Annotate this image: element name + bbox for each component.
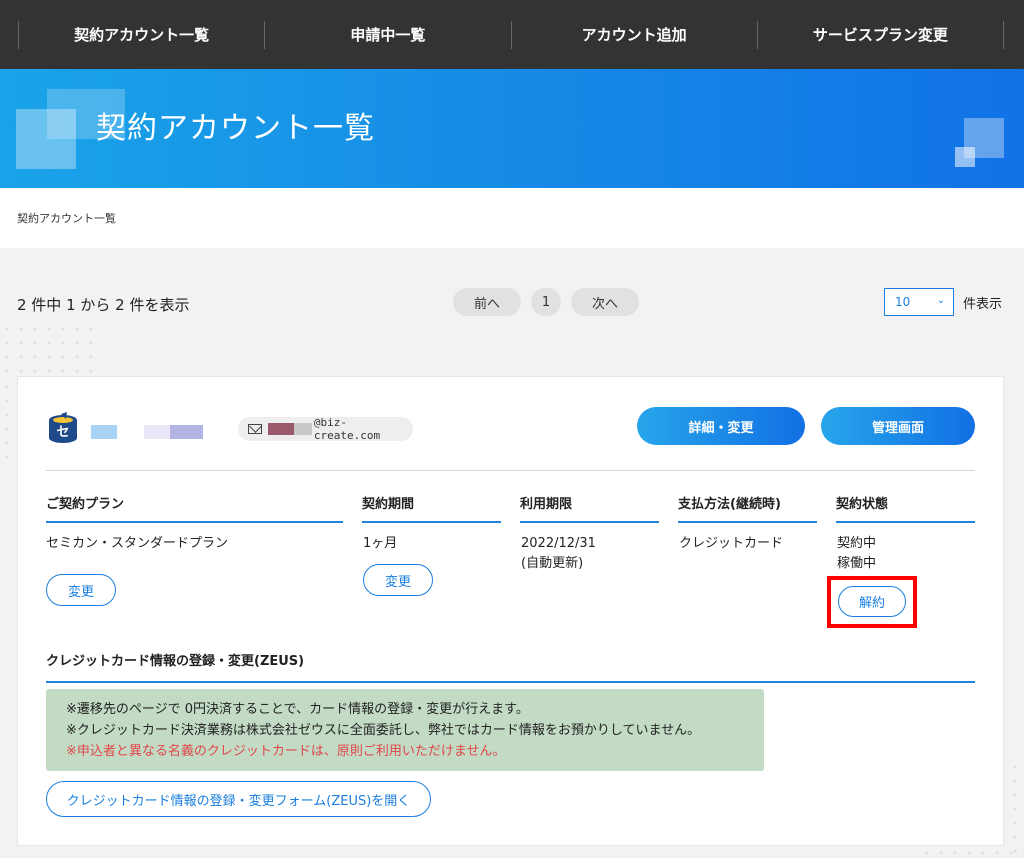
status-contract: 契約中 xyxy=(837,536,877,551)
dot-pattern xyxy=(920,846,1024,858)
mail-icon xyxy=(248,424,262,434)
card-divider xyxy=(46,470,975,471)
term-value: 1ヶ月 xyxy=(363,536,398,551)
per-page-label: 件表示 xyxy=(963,297,1003,312)
hero-banner: 契約アカウント一覧 xyxy=(0,69,1024,188)
top-nav: 契約アカウント一覧 申請中一覧 アカウント追加 サービスプラン変更 xyxy=(0,0,1024,69)
plan-change-button[interactable]: 変更 xyxy=(46,574,116,606)
per-page-value: 10 xyxy=(895,295,911,309)
credit-section-title: クレジットカード情報の登録・変更(ZEUS) xyxy=(46,650,975,683)
result-count: 2 件中 1 から 2 件を表示 xyxy=(17,296,190,314)
payment-value: クレジットカード xyxy=(679,536,784,551)
col-header-expiry: 利用期限 xyxy=(520,493,659,523)
next-page-button[interactable]: 次へ xyxy=(571,288,639,316)
breadcrumb-bar: 契約アカウント一覧 xyxy=(0,188,1024,248)
account-logo-icon: セ xyxy=(49,412,77,443)
nav-change-service-plan[interactable]: サービスプラン変更 xyxy=(756,20,1004,49)
page-number-button[interactable]: 1 xyxy=(531,288,561,316)
hero-decoration xyxy=(16,109,76,169)
chevron-down-icon: ⌄ xyxy=(936,295,945,306)
open-credit-form-button[interactable]: クレジットカード情報の登録・変更フォーム(ZEUS)を開く xyxy=(46,781,431,817)
email-domain: @biz-create.com xyxy=(313,416,381,442)
notice-line: ※クレジットカード決済業務は株式会社ゼウスに全面委託し、弊社ではカード情報をお預… xyxy=(66,723,701,738)
col-header-status: 契約状態 xyxy=(836,493,975,523)
expiry-date: 2022/12/31 xyxy=(521,536,596,551)
nav-pending-applications[interactable]: 申請中一覧 xyxy=(264,20,510,49)
svg-text:セ: セ xyxy=(56,425,69,440)
col-header-term: 契約期間 xyxy=(362,493,501,523)
prev-page-button[interactable]: 前へ xyxy=(453,288,521,316)
page-title: 契約アカウント一覧 xyxy=(96,111,375,146)
account-card: セ @biz-create.com 詳細・変更 管理画面 ご契約プラン 契約期間… xyxy=(17,376,1004,846)
email-chip: @biz-create.com xyxy=(238,416,413,442)
nav-add-account[interactable]: アカウント追加 xyxy=(510,20,757,49)
nav-contract-accounts[interactable]: 契約アカウント一覧 xyxy=(18,20,264,49)
redacted-email xyxy=(293,423,312,435)
term-change-button[interactable]: 変更 xyxy=(363,564,433,596)
plan-value: セミカン・スタンダードプラン xyxy=(46,536,229,551)
redacted-email xyxy=(267,423,294,435)
breadcrumb: 契約アカウント一覧 xyxy=(17,212,116,225)
redacted-name-block xyxy=(144,425,170,439)
credit-notice: ※遷移先のページで 0円決済することで、カード情報の登録・変更が行えます。 ※ク… xyxy=(46,689,764,771)
hero-decoration xyxy=(955,147,975,167)
notice-warning: ※申込者と異なる名義のクレジットカードは、原則ご利用いただけません。 xyxy=(66,744,506,759)
status-operation: 稼働中 xyxy=(837,556,877,571)
redacted-name-block xyxy=(91,425,117,439)
notice-line: ※遷移先のページで 0円決済することで、カード情報の登録・変更が行えます。 xyxy=(66,702,529,717)
detail-change-button[interactable]: 詳細・変更 xyxy=(637,407,805,445)
dot-pattern xyxy=(0,322,100,382)
expiry-note: (自動更新) xyxy=(521,556,584,571)
col-header-payment: 支払方法(継続時) xyxy=(678,493,817,523)
redacted-name-block xyxy=(170,425,203,439)
col-header-plan: ご契約プラン xyxy=(46,493,343,523)
per-page-select[interactable]: 10 ⌄ xyxy=(884,288,954,316)
dot-pattern xyxy=(1008,760,1024,858)
cancel-contract-button[interactable]: 解約 xyxy=(838,586,906,617)
admin-panel-button[interactable]: 管理画面 xyxy=(821,407,975,445)
dot-pattern xyxy=(0,380,16,460)
